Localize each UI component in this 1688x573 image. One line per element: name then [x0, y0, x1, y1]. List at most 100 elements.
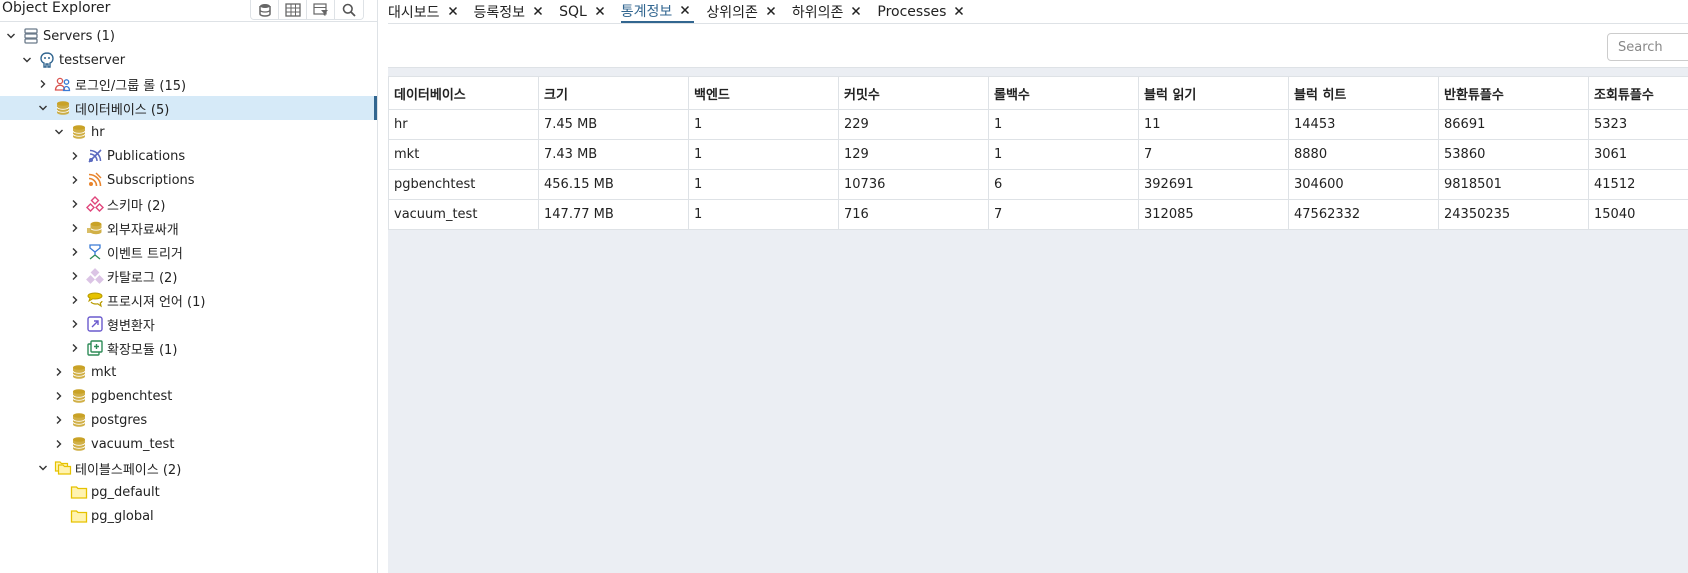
- chevron-right-icon[interactable]: [36, 77, 50, 91]
- event-trigger-icon: [86, 243, 104, 261]
- close-icon[interactable]: [680, 3, 690, 19]
- table-cell: mkt: [388, 139, 539, 170]
- tree-node[interactable]: 테이블스페이스 (2): [0, 456, 374, 480]
- chevron-down-icon[interactable]: [4, 29, 18, 43]
- table-row[interactable]: pgbenchtest 456.15 MB 1 10736 6 392691 304600 9…: [388, 169, 1688, 200]
- table-cell: 1: [688, 199, 839, 230]
- table-row[interactable]: vacuum_test 147.77 MB 1 716 7 312085 47562332 2…: [388, 199, 1688, 230]
- database-icon: [70, 363, 88, 381]
- tree-node[interactable]: 카탈로그 (2): [0, 264, 374, 288]
- tree-node[interactable]: Servers (1): [0, 24, 374, 48]
- tablespace-icon: [70, 507, 88, 525]
- tree-node[interactable]: pgbenchtest: [0, 384, 374, 408]
- tree-node-label: 데이터베이스 (5): [75, 102, 170, 118]
- table-cell: 147.77 MB: [538, 199, 689, 230]
- tree-node[interactable]: 스키마 (2): [0, 192, 374, 216]
- table-row[interactable]: mkt 7.43 MB 1 129 1 7 8880 53860 3061: [388, 139, 1688, 170]
- chevron-down-icon[interactable]: [36, 101, 50, 115]
- close-icon[interactable]: [533, 4, 543, 20]
- column-header[interactable]: 크기: [538, 76, 689, 110]
- chevron-right-icon[interactable]: [68, 341, 82, 355]
- tree-node-label: hr: [91, 124, 105, 140]
- tablespace-icon: [70, 483, 88, 501]
- chevron-down-icon[interactable]: [20, 53, 34, 67]
- table-cell: 7.45 MB: [538, 109, 689, 140]
- close-icon[interactable]: [448, 4, 458, 20]
- column-header[interactable]: 롤백수: [988, 76, 1139, 110]
- tree-node[interactable]: 외부자료싸개: [0, 216, 374, 240]
- table-cell: 7: [988, 199, 1139, 230]
- column-header[interactable]: 커밋수: [838, 76, 989, 110]
- stats-toolbar: [388, 24, 1688, 68]
- search-input[interactable]: [1607, 33, 1688, 61]
- tab-label: 등록정보: [473, 4, 526, 21]
- column-header[interactable]: 조회튜플수: [1588, 76, 1688, 110]
- chevron-right-icon[interactable]: [68, 221, 82, 235]
- tree-node[interactable]: testserver: [0, 48, 374, 72]
- column-header[interactable]: 블럭 히트: [1288, 76, 1439, 110]
- tree-node[interactable]: 확장모듈 (1): [0, 336, 374, 360]
- table-cell: 47562332: [1288, 199, 1439, 230]
- tree-node-label: mkt: [91, 364, 117, 380]
- tree-node[interactable]: Publications: [0, 144, 374, 168]
- table-row[interactable]: hr 7.45 MB 1 229 1 11 14453 86691 5323: [388, 109, 1688, 140]
- chevron-right-icon[interactable]: [68, 317, 82, 331]
- tree-node[interactable]: 로그인/그룹 롤 (15): [0, 72, 374, 96]
- tab-bar: 대시보드 등록정보 SQL 통계정보 상위의존 하위의존 Processes: [388, 0, 1688, 24]
- tab-4[interactable]: 통계정보: [620, 0, 695, 23]
- chevron-right-icon[interactable]: [68, 269, 82, 283]
- column-header[interactable]: 반환튜플수: [1438, 76, 1589, 110]
- tab-label: SQL: [559, 3, 587, 20]
- tree-node[interactable]: Subscriptions: [0, 168, 374, 192]
- chevron-right-icon[interactable]: [52, 365, 66, 379]
- search-objects-button[interactable]: [335, 0, 363, 19]
- query-tool-button[interactable]: [251, 0, 279, 19]
- column-header[interactable]: 데이터베이스: [388, 76, 539, 110]
- tab-label: 하위의존: [791, 4, 844, 21]
- close-icon[interactable]: [595, 4, 605, 20]
- chevron-right-icon[interactable]: [68, 197, 82, 211]
- tab-2[interactable]: 등록정보: [474, 0, 548, 23]
- tree-node[interactable]: hr: [0, 120, 374, 144]
- close-icon[interactable]: [766, 4, 776, 20]
- table-cell: 229: [838, 109, 989, 140]
- chevron-right-icon[interactable]: [68, 293, 82, 307]
- tree-node[interactable]: 프로시져 언어 (1): [0, 288, 374, 312]
- databases-icon: [54, 99, 72, 117]
- column-header[interactable]: 백엔드: [688, 76, 839, 110]
- tree-node-label: 외부자료싸개: [107, 222, 179, 238]
- tree-node[interactable]: mkt: [0, 360, 374, 384]
- tree-node-label: pg_default: [91, 484, 160, 500]
- chevron-right-icon[interactable]: [52, 437, 66, 451]
- chevron-right-icon[interactable]: [68, 149, 82, 163]
- filter-rows-button[interactable]: [307, 0, 335, 19]
- tab-1[interactable]: 대시보드: [388, 0, 462, 23]
- tree-node[interactable]: 이벤트 트리거: [0, 240, 374, 264]
- tree-node[interactable]: 형변환자: [0, 312, 374, 336]
- server-icon: [38, 51, 56, 69]
- table-cell: 392691: [1138, 169, 1289, 200]
- tab-6[interactable]: 하위의존: [792, 0, 866, 23]
- tab-3[interactable]: SQL: [559, 0, 609, 23]
- tree-node[interactable]: 데이터베이스 (5): [0, 96, 374, 120]
- tab-7[interactable]: Processes: [877, 0, 968, 23]
- tree-node[interactable]: postgres: [0, 408, 374, 432]
- tree-node[interactable]: vacuum_test: [0, 432, 374, 456]
- table-cell: 7: [1138, 139, 1289, 170]
- close-icon[interactable]: [851, 4, 861, 20]
- close-icon[interactable]: [954, 4, 964, 20]
- chevron-right-icon[interactable]: [68, 173, 82, 187]
- extension-icon: [86, 339, 104, 357]
- tree-node-label: testserver: [59, 52, 126, 68]
- chevron-right-icon[interactable]: [68, 245, 82, 259]
- chevron-down-icon[interactable]: [36, 461, 50, 475]
- chevron-down-icon[interactable]: [52, 125, 66, 139]
- chevron-right-icon[interactable]: [52, 389, 66, 403]
- column-header[interactable]: 블럭 읽기: [1138, 76, 1289, 110]
- tab-5[interactable]: 상위의존: [706, 0, 780, 23]
- chevron-right-icon[interactable]: [52, 413, 66, 427]
- tree-node[interactable]: pg_default: [0, 480, 374, 504]
- view-data-button[interactable]: [279, 0, 307, 19]
- tree-node[interactable]: pg_global: [0, 504, 374, 528]
- database-icon: [70, 123, 88, 141]
